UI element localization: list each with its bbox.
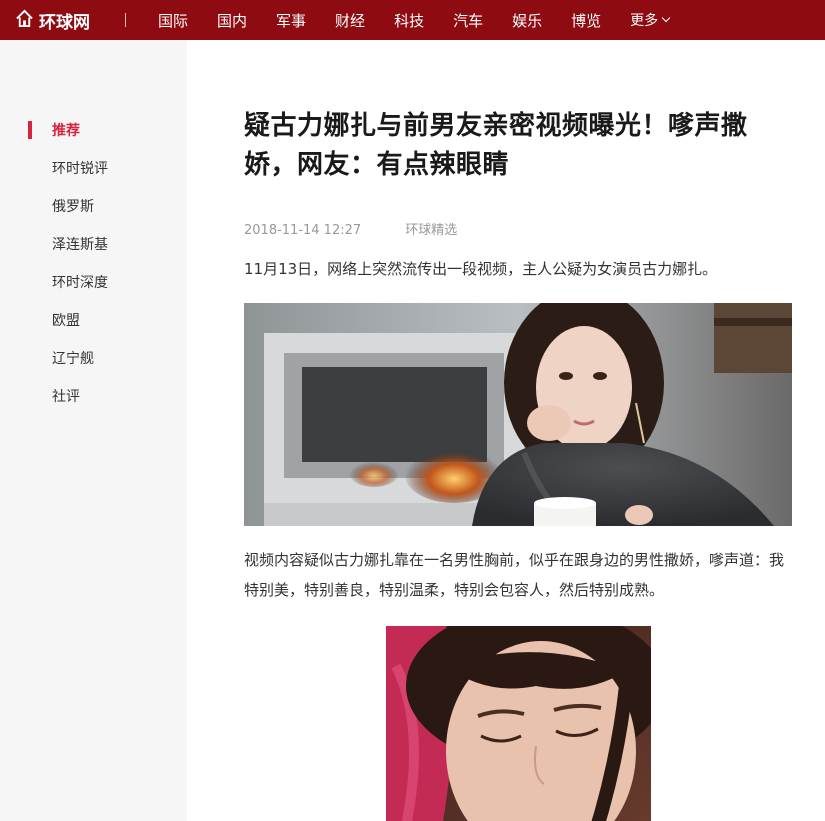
channel-sidebar: 推荐 环时锐评 俄罗斯 泽连斯基 环时深度 欧盟 辽宁舰 社评 [0,40,187,821]
sidebar-item-label: 辽宁舰 [52,351,94,367]
article-source: 环球精选 [405,223,458,238]
nav-item-domestic[interactable]: 国内 [217,10,247,31]
article-meta: 2018-11-14 12:27 环球精选 [244,219,457,238]
nav-item-tech[interactable]: 科技 [394,10,424,31]
nav-item-finance[interactable]: 财经 [335,10,365,31]
nav-divider [125,13,126,27]
main-nav: 国际 国内 军事 财经 科技 汽车 娱乐 博览 更多 [158,0,671,40]
nav-item-expo[interactable]: 博览 [571,10,601,31]
article-title: 疑古力娜扎与前男友亲密视频曝光！嗲声撒娇，网友：有点辣眼睛 [244,111,748,180]
site-logo[interactable]: 环球网 [15,0,90,40]
sidebar-item-label: 环时锐评 [52,161,108,177]
article-photo [386,626,651,821]
logo-text: 环球网 [39,12,90,33]
sidebar-item-label: 欧盟 [52,313,80,329]
active-indicator [28,121,32,139]
nav-item-auto[interactable]: 汽车 [453,10,483,31]
article-paragraph: 11月13日，网络上突然流传出一段视频，主人公疑为女演员古力娜扎。 [244,260,718,278]
sidebar-item-label: 推荐 [52,123,80,139]
sidebar-item-huanshi-commentary[interactable]: 环时锐评 [28,158,108,178]
chevron-down-icon [661,13,671,23]
sidebar-item-huanshi-depth[interactable]: 环时深度 [28,272,108,292]
sidebar-item-editorial[interactable]: 社评 [28,386,80,406]
article-paragraph: 视频内容疑似古力娜扎靠在一名男性胸前，似乎在跟身边的男性撒娇，嗲声道：我特别美，… [244,551,785,599]
top-nav-bar: 环球网 国际 国内 军事 财经 科技 汽车 娱乐 博览 更多 [0,0,825,40]
sidebar-item-liaoning[interactable]: 辽宁舰 [28,348,94,368]
nav-more-label: 更多 [630,13,659,29]
publish-date: 2018-11-14 12:27 [244,223,362,238]
sidebar-item-recommend[interactable]: 推荐 [28,120,80,140]
sidebar-item-label: 社评 [52,389,80,405]
sidebar-item-label: 环时深度 [52,275,108,291]
article-photo [244,303,792,526]
nav-item-international[interactable]: 国际 [158,10,188,31]
sidebar-item-label: 泽连斯基 [52,237,108,253]
nav-more-button[interactable]: 更多 [630,10,671,30]
sidebar-item-russia[interactable]: 俄罗斯 [28,196,94,216]
home-icon [15,9,34,32]
sidebar-item-label: 俄罗斯 [52,199,94,215]
nav-item-military[interactable]: 军事 [276,10,306,31]
nav-item-entertainment[interactable]: 娱乐 [512,10,542,31]
sidebar-item-eu[interactable]: 欧盟 [28,310,80,330]
sidebar-item-zelensky[interactable]: 泽连斯基 [28,234,108,254]
